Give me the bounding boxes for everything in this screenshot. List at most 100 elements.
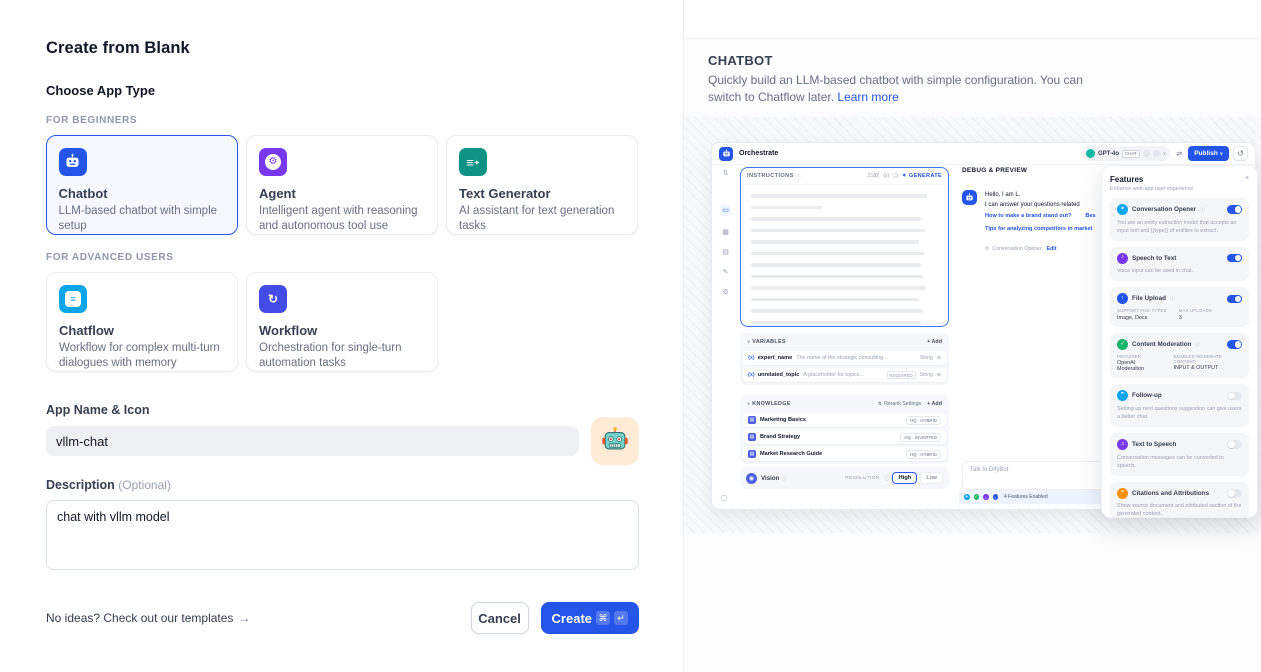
file-upload-icon: ↑ <box>1117 293 1128 304</box>
chevron-down-icon: ∨ <box>1163 151 1167 157</box>
citations-icon: ❝ <box>1117 488 1128 499</box>
dataset-icon: ▤ <box>748 416 756 424</box>
info-icon: ⓘ <box>796 173 801 180</box>
conversation-opener-icon: ✦ <box>963 493 971 501</box>
chatbot-icon <box>59 148 87 176</box>
feature-speech-to-text: ♪ Speech to Text Voice input can be used… <box>1110 247 1249 282</box>
params-icon <box>1153 150 1160 157</box>
toggle-off <box>1227 440 1242 449</box>
app-icon-picker[interactable] <box>591 417 639 465</box>
card-desc: LLM-based chatbot with simple setup <box>59 204 226 234</box>
app-type-card-workflow[interactable]: ↻ Workflow Orchestration for single-turn… <box>246 272 438 372</box>
shot-header: Orchestrate GPT-4o CHAT ∨ ⇄ Publish ∨ <box>712 143 1255 165</box>
toggle-off <box>1227 392 1242 401</box>
info-icon: ⓘ <box>1170 295 1175 302</box>
knowledge-title: KNOWLEDGE <box>752 401 790 407</box>
enter-key-icon: ↵ <box>614 611 628 625</box>
model-name: GPT-4o <box>1098 151 1119 157</box>
sparkle-icon: ✦ <box>902 173 907 179</box>
opener-icon: ⟳ <box>985 246 989 252</box>
tune-icon: ⇄ <box>1176 150 1182 158</box>
info-icon: ⓘ <box>884 475 889 482</box>
file-upload-icon: ↑ <box>992 493 1000 501</box>
cmd-key-icon: ⌘ <box>596 611 610 625</box>
placeholder-text-lines <box>741 185 948 327</box>
cancel-button[interactable]: Cancel <box>471 602 529 634</box>
for-advanced-users-label: FOR ADVANCED USERS <box>46 252 639 263</box>
vision-eye-icon: ◉ <box>746 473 757 484</box>
debug-preview-section: DEBUG & PREVIEW Hello, I am L. I can ans… <box>962 167 1122 252</box>
variable-token-icon: {x} <box>748 372 755 378</box>
char-count: 2182 <box>868 173 880 179</box>
variable-row: {x} expert_name The name of the strategi… <box>743 351 946 365</box>
beginner-app-type-cards: Chatbot LLM-based chatbot with simple se… <box>46 135 639 235</box>
variable-row: {x} unrelated_topic A placeholder for to… <box>743 368 946 382</box>
knowledge-row: ▤ Marketing Basics HQ · HYBRID <box>743 413 946 427</box>
chevron-down-icon: ∨ <box>747 339 750 345</box>
advanced-app-type-cards: ≡ Chatflow Workflow for complex multi-tu… <box>46 272 639 372</box>
swap-icon: ⇅ <box>878 401 882 407</box>
app-avatar-robot-icon <box>719 147 733 161</box>
swap-icon: ⇅ <box>723 170 729 177</box>
page-title: Create from Blank <box>46 39 639 58</box>
generate-button: ✦ GENERATE <box>902 173 942 179</box>
speech-to-text-icon: ♪ <box>1117 253 1128 264</box>
note-icon: ✎ <box>723 269 729 276</box>
settings-icon: ⊕ <box>937 372 941 378</box>
templates-link[interactable]: No ideas? Check out our templates → <box>46 611 250 625</box>
preview-description: Quickly build an LLM-based chatbot with … <box>708 72 1108 107</box>
app-name-label: App Name & Icon <box>46 403 639 417</box>
features-enabled-strip: ✦ ✓ ♪ ↑ 4 Features Enabled <box>959 490 1122 504</box>
choose-app-type-label: Choose App Type <box>46 83 639 98</box>
instructions-title: INSTRUCTIONS <box>747 173 794 179</box>
create-button[interactable]: Create ⌘ ↵ <box>541 602 639 634</box>
description-label: Description (Optional) <box>46 478 639 492</box>
feature-text-to-speech: ♫ Text to Speech Conversation messages c… <box>1110 433 1249 476</box>
learn-more-link[interactable]: Learn more <box>837 90 898 104</box>
toggle-on <box>1227 254 1242 263</box>
feature-follow-up: ❞ Follow-up Setting up next questions su… <box>1110 384 1249 427</box>
copy-icon: ❏ <box>893 173 898 179</box>
add-knowledge-button: + Add <box>927 401 942 407</box>
chevron-down-icon: ∨ <box>1220 151 1223 157</box>
history-icon: ↺ <box>1233 146 1248 161</box>
feature-file-upload: ↑ File Upload ⓘ SUPPORT FILE TYPESImage,… <box>1110 287 1249 327</box>
follow-up-icon: ❞ <box>1117 390 1128 401</box>
toggle-on <box>1227 295 1242 304</box>
card-desc: Orchestration for single-turn automation… <box>259 341 425 371</box>
chat-mode-badge: CHAT <box>1122 150 1140 158</box>
top-strip <box>684 0 1261 39</box>
gpt4o-model-icon <box>1086 149 1095 158</box>
feature-content-moderation: ✓ Content Moderation ⓘ PROVIDEROpenAI Mo… <box>1110 333 1249 379</box>
required-badge: REQUIRED <box>887 371 916 379</box>
shot-sidebar: ⇅ ▭ ▦ ▤ ✎ ⚙ <box>712 165 739 509</box>
optional-label: (Optional) <box>118 478 171 492</box>
speech-to-text-icon: ♪ <box>982 493 990 501</box>
vision-bar: ◉ Vision ⓘ RESOLUTION ⓘ High Low <box>740 467 949 489</box>
card-title: Chatflow <box>59 323 225 338</box>
shot-app-title: Orchestrate <box>739 150 778 157</box>
card-title: Workflow <box>259 323 425 338</box>
document-icon: ▤ <box>722 249 729 256</box>
chatflow-icon: ≡ <box>59 285 87 313</box>
app-name-input[interactable] <box>46 426 579 456</box>
content-moderation-icon: ✓ <box>1117 339 1128 350</box>
add-variable-button: + Add <box>927 339 942 345</box>
card-desc: AI assistant for text generation tasks <box>459 204 625 234</box>
dataset-icon: ▤ <box>748 450 756 458</box>
feature-conversation-opener: ✦ Conversation Opener ⓘ You are an entit… <box>1110 198 1249 241</box>
knowledge-row: ▤ Market Research Guide HQ · HYBRID <box>743 447 946 461</box>
app-type-card-agent[interactable]: ⚙ Agent Intelligent agent with reasoning… <box>246 135 438 235</box>
preview-heading: CHATBOT <box>708 53 773 68</box>
app-type-card-text-generator[interactable]: ≡✦ Text Generator AI assistant for text … <box>446 135 638 235</box>
toggle-off <box>1227 489 1242 498</box>
modal-footer: No ideas? Check out our templates → Canc… <box>46 602 639 634</box>
conversation-opener-icon: ✦ <box>1117 204 1128 215</box>
card-desc: Intelligent agent with reasoning and aut… <box>259 204 425 234</box>
app-type-card-chatbot[interactable]: Chatbot LLM-based chatbot with simple se… <box>46 135 238 235</box>
app-type-card-chatflow[interactable]: ≡ Chatflow Workflow for complex multi-tu… <box>46 272 238 372</box>
feature-citations: ❝ Citations and Attributions Show source… <box>1110 482 1249 518</box>
arrow-right-icon: → <box>238 611 250 625</box>
description-input[interactable]: chat with vllm model <box>46 500 639 570</box>
card-title: Chatbot <box>59 186 226 201</box>
